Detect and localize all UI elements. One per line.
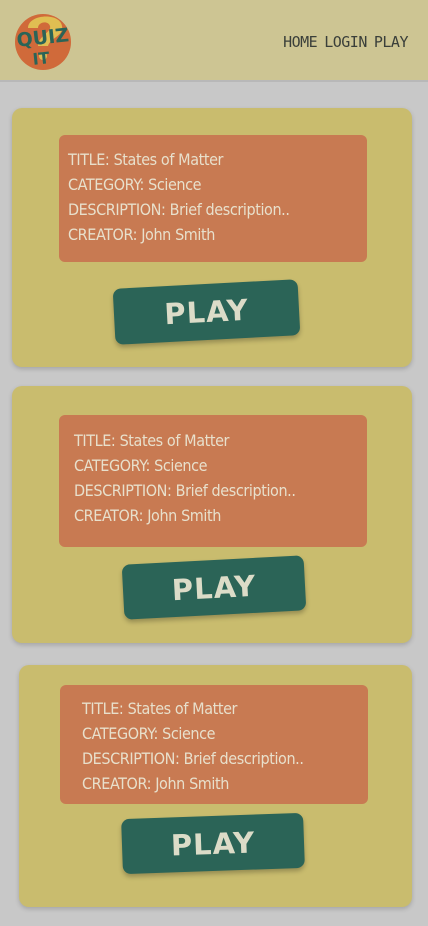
- quiz-title: States of Matter: [119, 431, 230, 450]
- quiz-info-box: TITLE: States of Matter CATEGORY: Scienc…: [60, 685, 368, 804]
- app-header: QUIZ IT HOME LOGIN PLAY: [0, 0, 428, 82]
- quiz-creator-line: CREATOR: John Smith: [68, 222, 367, 247]
- nav-home-link[interactable]: HOME: [283, 33, 318, 51]
- quiz-creator-line: CREATOR: John Smith: [82, 771, 368, 796]
- quiz-creator-line: CREATOR: John Smith: [74, 503, 367, 528]
- quiz-category: Science: [148, 175, 202, 194]
- quiz-description-line: DESCRIPTION: Brief description..: [74, 478, 367, 503]
- quiz-category-label: CATEGORY:: [82, 724, 158, 743]
- quiz-it-logo[interactable]: QUIZ IT: [10, 6, 76, 72]
- quiz-category-label: CATEGORY:: [68, 175, 144, 194]
- quiz-description-label: DESCRIPTION:: [82, 749, 180, 768]
- quiz-description: Brief description..: [169, 200, 290, 219]
- quiz-category-line: CATEGORY: Science: [82, 721, 368, 746]
- quiz-category-line: CATEGORY: Science: [74, 453, 367, 478]
- play-button[interactable]: PLAY: [112, 279, 301, 345]
- play-button[interactable]: PLAY: [121, 555, 307, 620]
- nav-play-link[interactable]: PLAY: [374, 33, 409, 51]
- quiz-description: Brief description..: [175, 481, 296, 500]
- quiz-card: TITLE: States of Matter CATEGORY: Scienc…: [19, 665, 412, 907]
- quiz-title-label: TITLE:: [82, 699, 124, 718]
- quiz-category-label: CATEGORY:: [74, 456, 150, 475]
- quiz-info-box: TITLE: States of Matter CATEGORY: Scienc…: [59, 135, 367, 262]
- quiz-description-line: DESCRIPTION: Brief description..: [82, 746, 368, 771]
- quiz-description-label: DESCRIPTION:: [68, 200, 166, 219]
- play-button[interactable]: PLAY: [121, 812, 305, 875]
- quiz-card: TITLE: States of Matter CATEGORY: Scienc…: [12, 108, 412, 367]
- nav-login-link[interactable]: LOGIN: [324, 33, 367, 51]
- quiz-creator-label: CREATOR:: [68, 225, 138, 244]
- main-nav: HOME LOGIN PLAY: [283, 33, 408, 51]
- quiz-title-label: TITLE:: [68, 150, 110, 169]
- quiz-title-line: TITLE: States of Matter: [74, 428, 367, 453]
- quiz-creator: John Smith: [155, 774, 230, 793]
- quiz-creator-label: CREATOR:: [74, 506, 144, 525]
- quiz-creator: John Smith: [141, 225, 216, 244]
- quiz-info-box: TITLE: States of Matter CATEGORY: Scienc…: [59, 415, 367, 547]
- quiz-creator: John Smith: [147, 506, 222, 525]
- quiz-title-label: TITLE:: [74, 431, 116, 450]
- quiz-category: Science: [154, 456, 208, 475]
- quiz-description: Brief description..: [183, 749, 304, 768]
- quiz-title: States of Matter: [113, 150, 224, 169]
- quiz-card: TITLE: States of Matter CATEGORY: Scienc…: [12, 386, 412, 643]
- logo-text-bottom: IT: [32, 48, 51, 69]
- quiz-creator-label: CREATOR:: [82, 774, 152, 793]
- quiz-category: Science: [162, 724, 216, 743]
- quiz-title-line: TITLE: States of Matter: [82, 696, 368, 721]
- quiz-description-line: DESCRIPTION: Brief description..: [68, 197, 367, 222]
- quiz-description-label: DESCRIPTION:: [74, 481, 172, 500]
- quiz-title-line: TITLE: States of Matter: [68, 147, 367, 172]
- quiz-title: States of Matter: [127, 699, 238, 718]
- quiz-category-line: CATEGORY: Science: [68, 172, 367, 197]
